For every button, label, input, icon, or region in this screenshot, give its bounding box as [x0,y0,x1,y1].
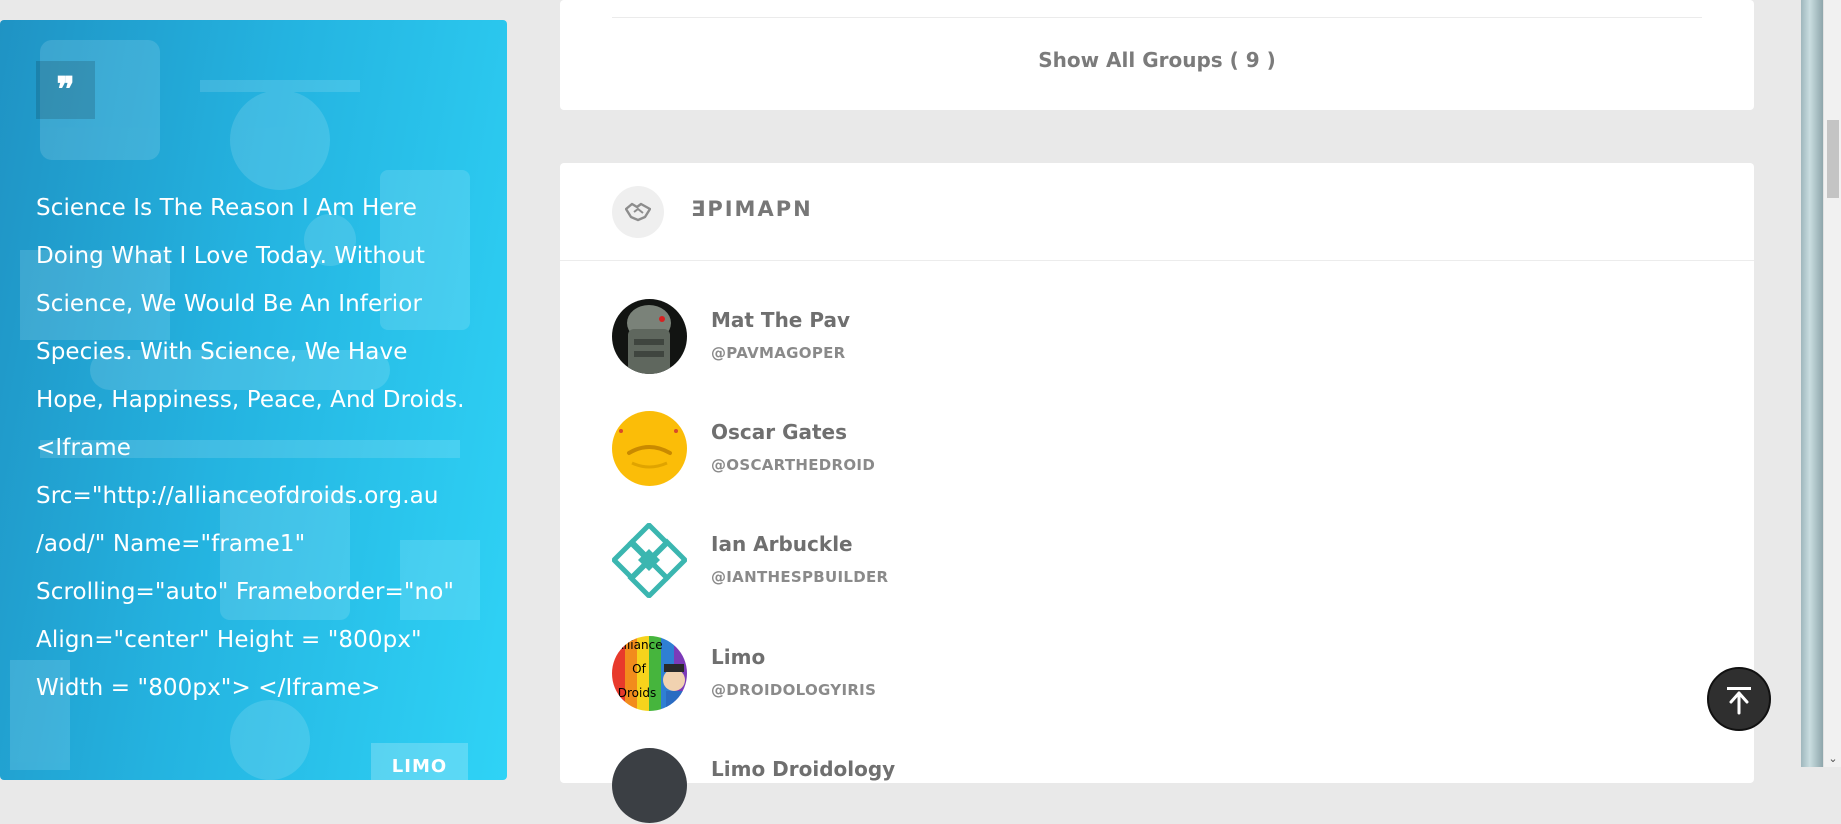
avatar[interactable] [612,748,687,823]
avatar[interactable] [612,523,687,598]
background-image-strip [1801,0,1823,767]
divider [612,17,1702,18]
friend-handle: @OSCARTHEDROID [711,456,876,474]
friend-name[interactable]: Mat The Pav [711,308,850,332]
friend-item[interactable]: Mat The Pav @PAVMAGOPER [612,299,1212,375]
friend-handle: @IANTHESPBUILDER [711,568,889,586]
friend-name[interactable]: Oscar Gates [711,420,847,444]
friends-header: ƎPIMAPN [560,163,1754,261]
scrollbar-thumb[interactable] [1827,120,1839,198]
friend-item[interactable]: Limo Droidology [612,748,1212,824]
friend-item[interactable]: Ian Arbuckle @IANTHESPBUILDER [612,523,1212,599]
avatar[interactable] [612,411,687,486]
friend-item[interactable]: Alliance Of Droids Limo @DROIDOLOGYIRIS [612,636,1212,712]
avatar[interactable] [612,299,687,374]
friend-item[interactable]: Oscar Gates @OSCARTHEDROID [612,411,1212,487]
friends-panel: ƎPIMAPN Mat The Pav @PAVMAGOPER Oscar Ga… [560,163,1754,823]
avatar[interactable]: Alliance Of Droids [612,636,687,711]
back-to-top-button[interactable] [1707,667,1771,731]
friend-name[interactable]: Limo [711,645,765,669]
friend-name[interactable]: Limo Droidology [711,757,895,781]
quote-icon: ❞ [36,61,95,119]
arrow-up-icon [1727,687,1751,715]
handshake-icon [612,186,664,238]
friend-handle: @PAVMAGOPER [711,344,846,362]
quote-card: ❞ Science Is The Reason I Am Here Doing … [0,20,507,780]
show-all-groups-link[interactable]: Show All Groups ( 9 ) [560,48,1754,72]
avatar-text-line: Alliance [615,638,662,652]
friend-name[interactable]: Ian Arbuckle [711,532,853,556]
friend-handle: @DROIDOLOGYIRIS [711,681,877,699]
avatar-text-line: Of [632,662,646,676]
avatar-text-line: Droids [618,686,656,700]
quote-text: Science Is The Reason I Am Here Doing Wh… [36,195,465,701]
groups-panel: Show All Groups ( 9 ) [560,0,1754,110]
chevron-down-icon[interactable]: ⌄ [1827,753,1839,765]
scrollbar[interactable]: ⌄ [1823,0,1841,767]
friends-title: ƎPIMAPN [691,197,813,221]
quote-author[interactable]: LIMO [371,743,468,780]
